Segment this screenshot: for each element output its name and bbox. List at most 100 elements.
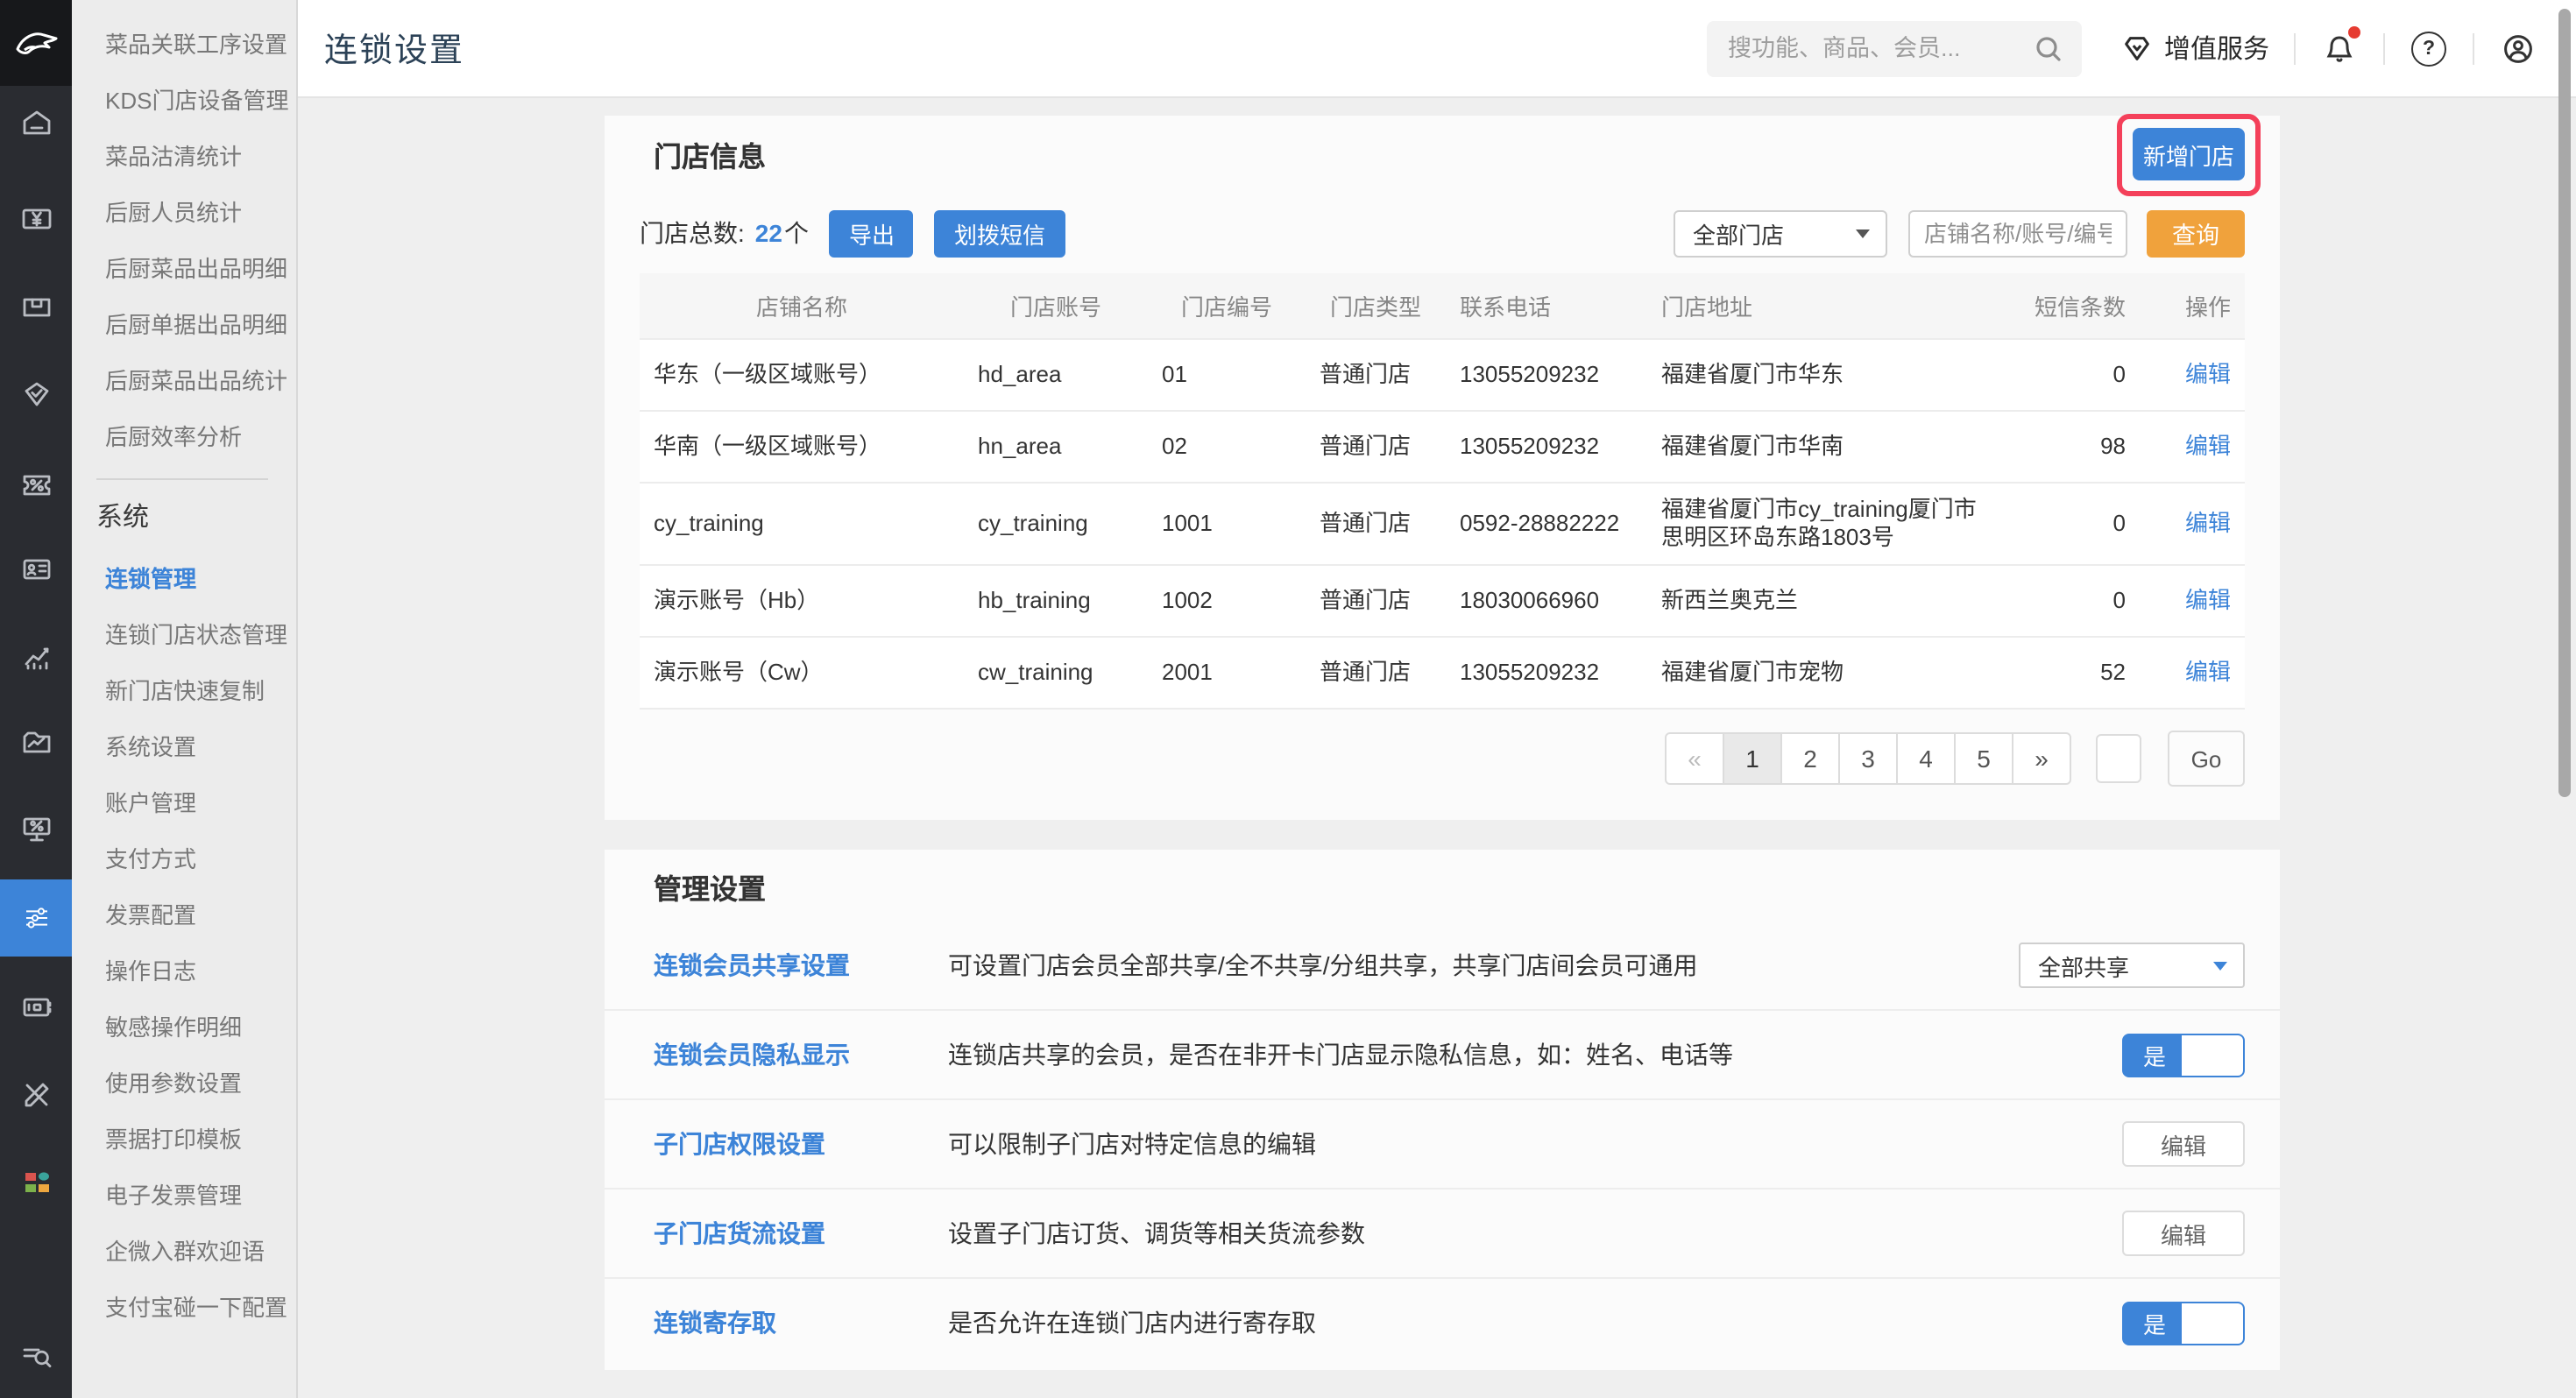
setting-label-link[interactable]: 子门店权限设置 — [654, 1126, 948, 1161]
substore-logistics-edit-button[interactable]: 编辑 — [2122, 1211, 2245, 1256]
icon-rail — [0, 0, 72, 1398]
money-icon[interactable] — [18, 201, 53, 237]
global-search-input[interactable] — [1707, 20, 2082, 76]
monitor-percent-icon[interactable] — [18, 811, 53, 846]
pagination-jump-input[interactable] — [2096, 734, 2141, 783]
help-button[interactable]: ? — [2410, 29, 2448, 67]
report-folder-icon[interactable] — [18, 725, 53, 760]
account-avatar-button[interactable] — [2499, 29, 2537, 67]
sidebar-item[interactable]: 后厨菜品出品统计 — [72, 354, 296, 410]
cell-sms-count: 52 — [2006, 637, 2140, 709]
edit-link[interactable]: 编辑 — [2185, 587, 2231, 613]
setting-description: 连锁店共享的会员，是否在非开卡门店显示隐私信息，如：姓名、电话等 — [948, 1037, 2122, 1072]
cell-store-type: 普通门店 — [1306, 339, 1446, 411]
header-divider — [2383, 32, 2385, 64]
setting-label-link[interactable]: 子门店货流设置 — [654, 1216, 948, 1251]
management-settings-card: 管理设置 连锁会员共享设置 可设置门店会员全部共享/全不共享/分组共享，共享门店… — [605, 850, 2280, 1370]
pagination-page-3[interactable]: 3 — [1838, 732, 1898, 785]
sidebar-item[interactable]: 支付宝碰一下配置 — [72, 1281, 296, 1337]
sidebar-item[interactable]: 支付方式 — [72, 832, 296, 888]
add-store-button[interactable]: 新增门店 — [2133, 128, 2245, 180]
edit-link[interactable]: 编辑 — [2185, 659, 2231, 685]
col-header-store-no: 门店编号 — [1148, 273, 1306, 339]
design-tools-icon[interactable] — [18, 1077, 53, 1112]
cell-sms-count: 0 — [2006, 339, 2140, 411]
sidebar-item[interactable]: 电子发票管理 — [72, 1169, 296, 1225]
edit-link[interactable]: 编辑 — [2185, 361, 2231, 387]
vas-diamond-icon — [2120, 32, 2154, 65]
store-search-input[interactable] — [1908, 209, 2127, 257]
cell-account: cy_training — [964, 483, 1148, 565]
sidebar-active-module-settings[interactable] — [0, 879, 72, 957]
sidebar-item[interactable]: 操作日志 — [72, 944, 296, 1000]
notifications-bell-button[interactable] — [2320, 29, 2359, 67]
transfer-sms-button[interactable]: 划拨短信 — [935, 209, 1065, 257]
trend-chart-icon[interactable] — [18, 639, 53, 674]
pagination: « 1 2 3 4 5 » Go — [605, 710, 2280, 799]
sidebar-item[interactable]: 后厨单据出品明细 — [72, 298, 296, 354]
export-button[interactable]: 导出 — [830, 209, 914, 257]
pagination-page-5[interactable]: 5 — [1954, 732, 2013, 785]
pagination-page-2[interactable]: 2 — [1780, 732, 1840, 785]
sidebar-item[interactable]: 新门店快速复制 — [72, 664, 296, 720]
sidebar-item[interactable]: 发票配置 — [72, 888, 296, 944]
pagination-go-button[interactable]: Go — [2168, 731, 2245, 787]
member-privacy-toggle[interactable]: 是 — [2122, 1033, 2245, 1077]
home-icon[interactable] — [18, 105, 53, 140]
search-list-icon[interactable] — [18, 1338, 53, 1373]
sidebar-item[interactable]: 系统设置 — [72, 720, 296, 776]
cell-store-no: 1001 — [1148, 483, 1306, 565]
sidebar-item[interactable]: 菜品沽清统计 — [72, 130, 296, 186]
store-stats-row: 门店总数: 22 个 导出 划拨短信 全部门店 查询 — [605, 193, 2280, 273]
pagination-page-4[interactable]: 4 — [1896, 732, 1956, 785]
sidebar-item[interactable]: 使用参数设置 — [72, 1056, 296, 1112]
id-card-icon[interactable] — [18, 552, 53, 587]
pagination-page-1[interactable]: 1 — [1723, 732, 1782, 785]
cell-phone: 18030066960 — [1446, 565, 1647, 637]
store-filter-select[interactable]: 全部门店 — [1674, 209, 1887, 257]
pagination-prev-button[interactable]: « — [1665, 732, 1724, 785]
value-added-services-button[interactable]: 增值服务 — [2120, 30, 2269, 67]
help-icon: ? — [2411, 31, 2446, 66]
sidebar-item[interactable]: 连锁门店状态管理 — [72, 608, 296, 664]
col-header-address: 门店地址 — [1647, 273, 2006, 339]
coupon-percent-icon[interactable] — [18, 468, 53, 503]
search-icon[interactable] — [2033, 32, 2064, 64]
sidebar-item[interactable]: 菜品关联工序设置 — [72, 18, 296, 74]
toggle-knob — [2182, 1303, 2243, 1343]
pagination-next-button[interactable]: » — [2012, 732, 2071, 785]
safe-box-icon[interactable] — [18, 990, 53, 1025]
chain-deposit-toggle[interactable]: 是 — [2122, 1301, 2245, 1345]
sidebar-item[interactable]: 后厨菜品出品明细 — [72, 242, 296, 298]
cell-store-type: 普通门店 — [1306, 565, 1446, 637]
sidebar-item[interactable]: 后厨效率分析 — [72, 410, 296, 466]
cell-account: cw_training — [964, 637, 1148, 709]
setting-label-link[interactable]: 连锁会员隐私显示 — [654, 1037, 948, 1072]
sidebar-item-chain-management[interactable]: 连锁管理 — [72, 552, 296, 608]
edit-link[interactable]: 编辑 — [2185, 510, 2231, 536]
sidebar-system-group: 连锁管理 连锁门店状态管理 新门店快速复制 系统设置 账户管理 支付方式 发票配… — [72, 548, 296, 1337]
sidebar-item[interactable]: 账户管理 — [72, 776, 296, 832]
color-grid-icon[interactable] — [18, 1165, 53, 1200]
scrollbar[interactable] — [2558, 9, 2571, 797]
sidebar-item[interactable]: 后厨人员统计 — [72, 186, 296, 242]
sidebar-item[interactable]: 企微入群欢迎语 — [72, 1225, 296, 1281]
sidebar-item[interactable]: 票据打印模板 — [72, 1112, 296, 1169]
sidebar-item[interactable]: 敏感操作明细 — [72, 1000, 296, 1056]
membership-diamond-icon[interactable] — [18, 377, 53, 412]
package-icon[interactable] — [18, 289, 53, 324]
store-filter-value: 全部门店 — [1693, 216, 1784, 250]
sidebar-section-system: 系统 — [72, 489, 296, 548]
top-bar: 连锁设置 增值服务 ? — [298, 0, 2576, 98]
setting-label-link[interactable]: 连锁寄存取 — [654, 1305, 948, 1340]
sidebar-item[interactable]: KDS门店设备管理 — [72, 74, 296, 130]
member-sharing-select[interactable]: 全部共享 — [2019, 943, 2245, 988]
toggle-knob — [2182, 1034, 2243, 1075]
cell-sms-count: 0 — [2006, 565, 2140, 637]
brand-logo[interactable] — [0, 0, 72, 86]
edit-link[interactable]: 编辑 — [2185, 433, 2231, 459]
query-button[interactable]: 查询 — [2147, 209, 2245, 257]
setting-label-link[interactable]: 连锁会员共享设置 — [654, 948, 948, 983]
header-divider — [2473, 32, 2474, 64]
substore-permission-edit-button[interactable]: 编辑 — [2122, 1121, 2245, 1167]
